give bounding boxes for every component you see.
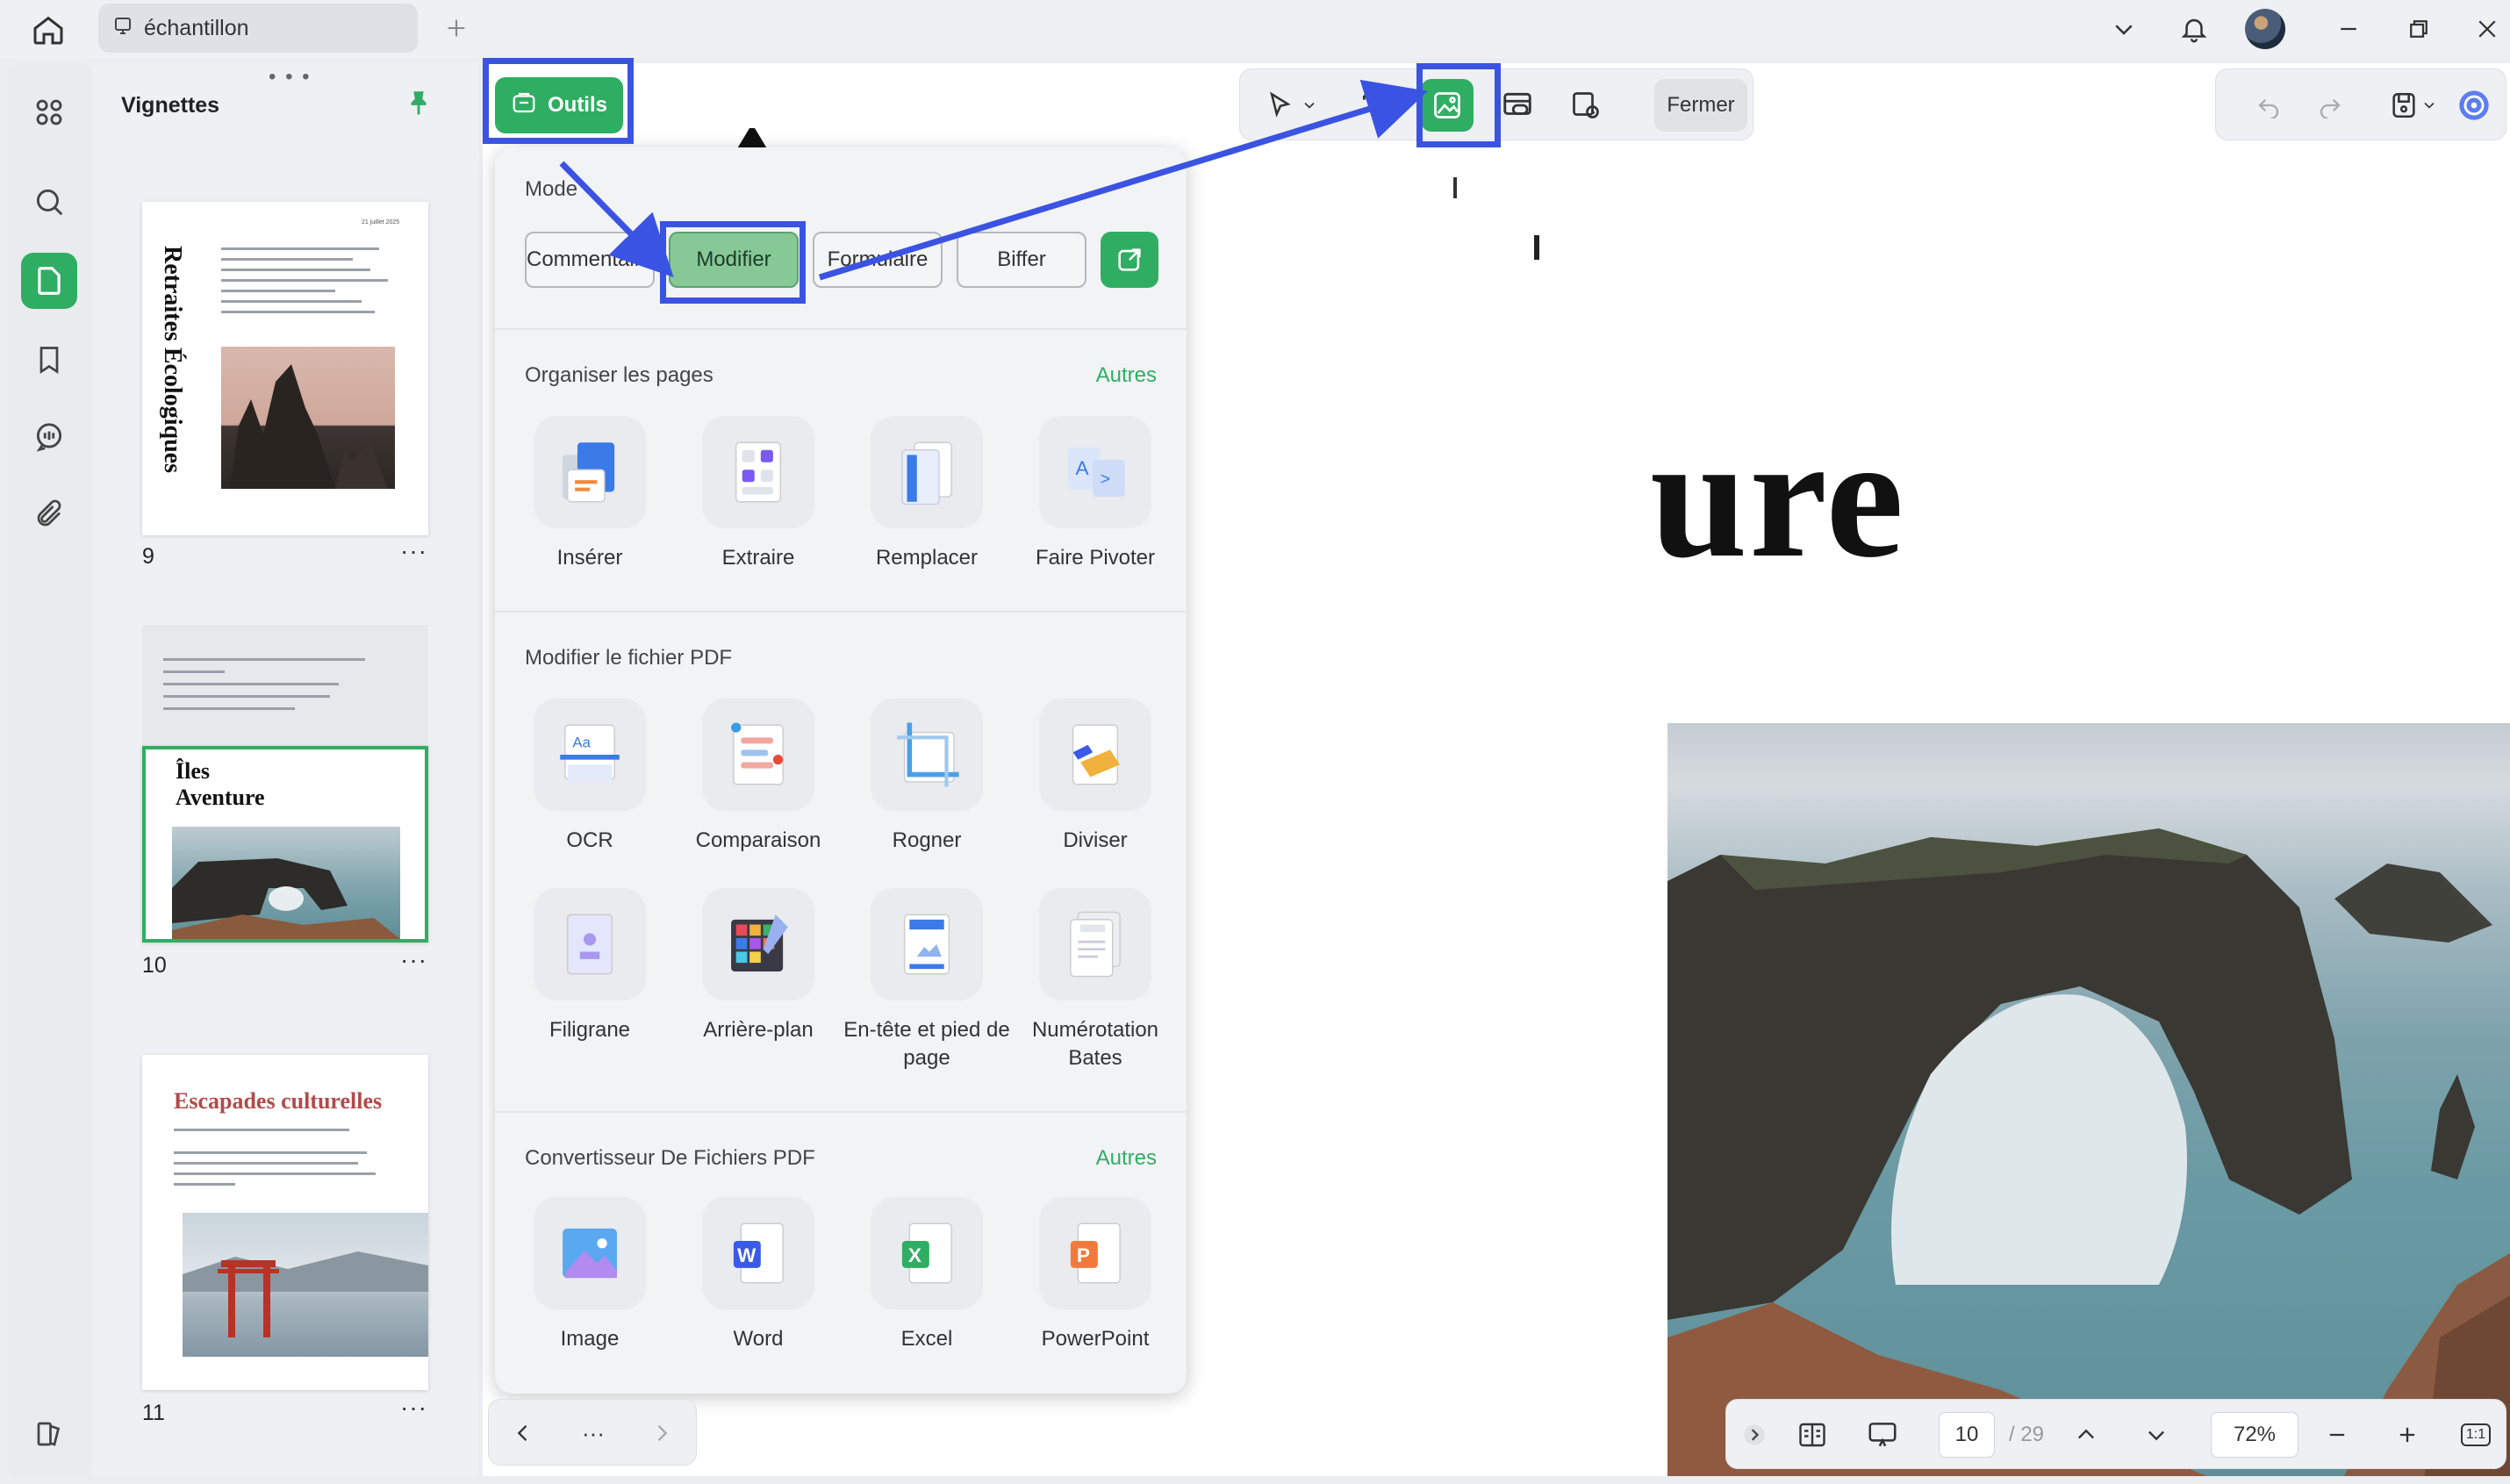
- annotation-arrows: [559, 79, 1428, 281]
